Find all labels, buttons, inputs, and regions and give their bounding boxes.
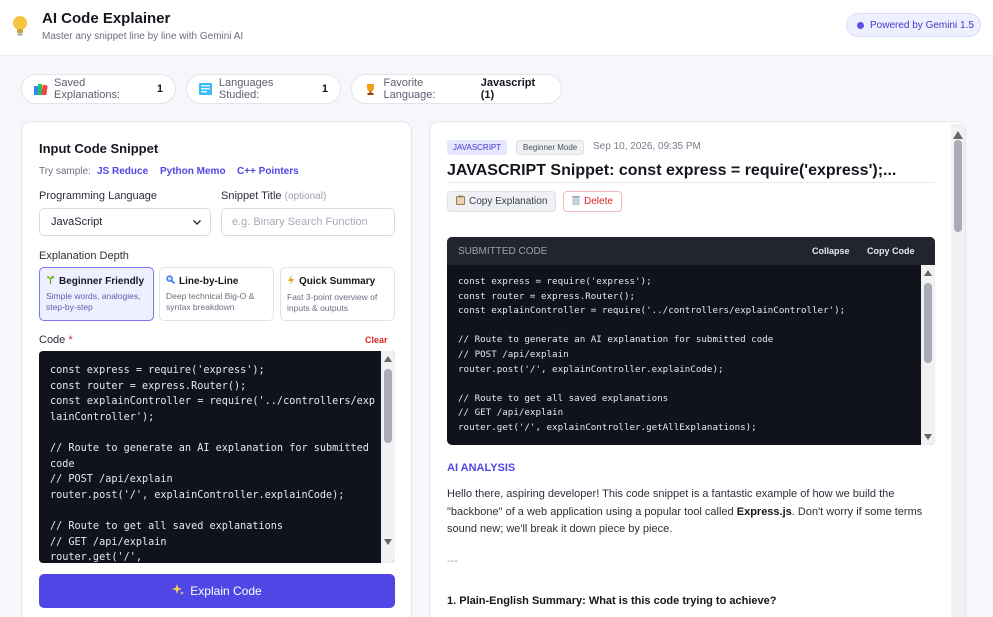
explain-code-button[interactable]: Explain Code bbox=[39, 574, 395, 608]
stat-value: 1 bbox=[321, 83, 328, 95]
submitted-code-content: const express = require('express'); cons… bbox=[458, 276, 846, 433]
code-editor-scrollbar[interactable] bbox=[381, 351, 395, 563]
app-subtitle: Master any snippet line by line with Gem… bbox=[42, 31, 244, 42]
submitted-code-header: SUBMITTED CODE Collapse Copy Code bbox=[447, 237, 935, 265]
copy-explanation-label: Copy Explanation bbox=[469, 196, 548, 207]
depth-desc: Fast 3-point overview of inputs & output… bbox=[287, 292, 378, 313]
scroll-up-icon[interactable] bbox=[383, 354, 393, 364]
sample-python-memo[interactable]: Python Memo bbox=[160, 166, 226, 177]
depth-title: Beginner Friendly bbox=[59, 275, 145, 287]
snippet-title-label: Snippet Title (optional) bbox=[221, 190, 326, 202]
divider bbox=[447, 182, 935, 183]
language-select-value: JavaScript bbox=[51, 216, 103, 228]
status-dot-icon bbox=[857, 21, 864, 29]
trash-icon bbox=[572, 195, 580, 208]
delete-button[interactable]: Delete bbox=[563, 191, 622, 212]
scrollbar-thumb[interactable] bbox=[924, 283, 932, 363]
language-select[interactable]: JavaScript bbox=[39, 208, 211, 236]
powered-by-text: Powered by Gemini 1.5 bbox=[870, 19, 974, 31]
app-header: AI Code Explainer Master any snippet lin… bbox=[0, 0, 993, 56]
explain-code-label: Explain Code bbox=[190, 584, 262, 598]
chevron-down-icon bbox=[192, 219, 202, 226]
depth-option-quick-summary[interactable]: Quick Summary Fast 3-point overview of i… bbox=[280, 267, 395, 321]
depth-label: Explanation Depth bbox=[39, 250, 129, 262]
code-editor-content[interactable]: const express = require('express'); cons… bbox=[50, 363, 376, 563]
stat-label: Saved Explanations: bbox=[54, 77, 121, 101]
analysis-section-heading: 1. Plain-English Summary: What is this c… bbox=[447, 595, 777, 607]
scroll-down-icon[interactable] bbox=[923, 432, 933, 442]
input-panel-title: Input Code Snippet bbox=[39, 141, 159, 156]
page-scrollbar[interactable] bbox=[951, 124, 965, 617]
copy-code-button[interactable]: Copy Code bbox=[867, 246, 915, 256]
stat-saved-explanations: Saved Explanations: 1 bbox=[21, 74, 176, 104]
scroll-up-icon[interactable] bbox=[923, 268, 933, 278]
snippet-title-input[interactable] bbox=[221, 208, 395, 236]
ai-analysis-label: AI ANALYSIS bbox=[447, 462, 516, 474]
notebook-icon bbox=[199, 82, 213, 96]
stat-languages-studied: Languages Studied: 1 bbox=[186, 74, 341, 104]
magnifier-icon bbox=[166, 275, 175, 287]
sparkles-icon bbox=[172, 583, 185, 599]
clear-button[interactable]: Clear bbox=[365, 335, 388, 345]
stat-value: 1 bbox=[156, 83, 163, 95]
stat-label: Favorite Language: bbox=[383, 77, 436, 101]
analysis-bold: Express.js bbox=[736, 505, 792, 518]
stat-value: Javascript (1) bbox=[480, 77, 536, 101]
submitted-code-block: SUBMITTED CODE Collapse Copy Code const … bbox=[447, 237, 935, 445]
analysis-intro: Hello there, aspiring developer! This co… bbox=[447, 486, 925, 539]
lightbulb-icon bbox=[13, 16, 27, 36]
sample-js-reduce[interactable]: JS Reduce bbox=[97, 166, 148, 177]
copy-explanation-button[interactable]: Copy Explanation bbox=[447, 191, 557, 212]
depth-title: Quick Summary bbox=[299, 276, 376, 287]
timestamp: Sep 10, 2026, 09:35 PM bbox=[593, 141, 701, 152]
powered-by-badge: Powered by Gemini 1.5 bbox=[846, 13, 981, 37]
snippet-title: JAVASCRIPT Snippet: const express = requ… bbox=[447, 162, 897, 179]
sample-cpp-pointers[interactable]: C++ Pointers bbox=[237, 166, 299, 177]
scrollbar-thumb[interactable] bbox=[954, 140, 962, 232]
submitted-code-label: SUBMITTED CODE bbox=[458, 245, 548, 257]
scroll-down-icon[interactable] bbox=[383, 537, 393, 547]
code-label: Code * bbox=[39, 334, 73, 346]
seedling-icon bbox=[46, 275, 55, 287]
depth-option-beginner[interactable]: Beginner Friendly Simple words, analogie… bbox=[39, 267, 154, 321]
trophy-icon bbox=[364, 82, 377, 96]
clipboard-icon bbox=[456, 195, 465, 208]
result-panel: JAVASCRIPT Beginner Mode Sep 10, 2026, 0… bbox=[429, 121, 966, 617]
submitted-code-scrollbar[interactable] bbox=[921, 265, 935, 445]
code-label-text: Code bbox=[39, 334, 66, 346]
language-tag: JAVASCRIPT bbox=[447, 140, 508, 155]
snippet-title-label-text: Snippet Title bbox=[221, 190, 282, 202]
depth-desc: Deep technical Big-O & syntax breakdown bbox=[166, 291, 255, 312]
try-sample-label: Try sample: bbox=[39, 166, 91, 177]
delete-label: Delete bbox=[584, 196, 613, 207]
books-icon bbox=[34, 82, 48, 96]
analysis-separator: --- bbox=[447, 555, 458, 567]
depth-title: Line-by-Line bbox=[179, 275, 239, 287]
scrollbar-thumb[interactable] bbox=[384, 369, 392, 443]
required-mark: * bbox=[68, 334, 73, 346]
stat-label: Languages Studied: bbox=[218, 77, 274, 101]
depth-option-line-by-line[interactable]: Line-by-Line Deep technical Big-O & synt… bbox=[159, 267, 274, 321]
code-editor[interactable]: const express = require('express'); cons… bbox=[39, 351, 395, 563]
stat-favorite-language: Favorite Language: Javascript (1) bbox=[351, 74, 562, 104]
language-label: Programming Language bbox=[39, 190, 158, 202]
depth-desc: Simple words, analogies, step-by-step bbox=[46, 291, 141, 312]
mode-tag: Beginner Mode bbox=[516, 140, 585, 155]
optional-hint: (optional) bbox=[284, 191, 327, 202]
collapse-button[interactable]: Collapse bbox=[812, 246, 850, 256]
input-panel: Input Code Snippet Try sample: JS Reduce… bbox=[21, 121, 412, 617]
lightning-icon bbox=[287, 275, 295, 288]
app-title: AI Code Explainer bbox=[42, 10, 171, 27]
